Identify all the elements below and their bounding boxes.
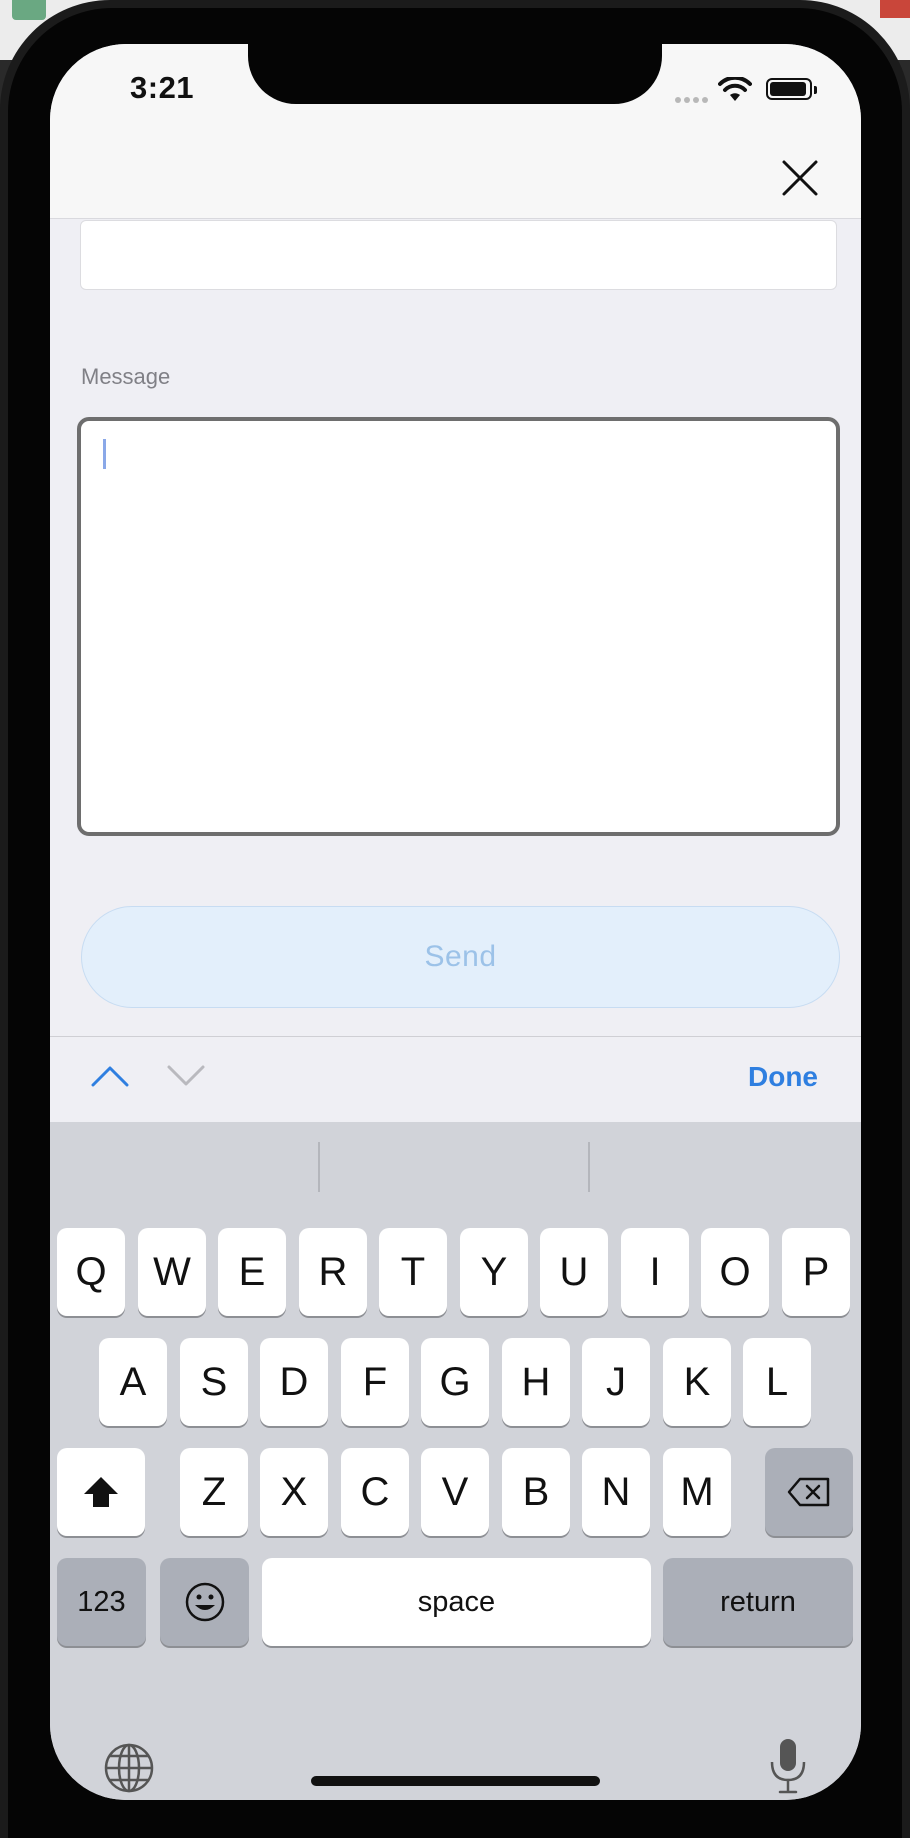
key-t[interactable]: T xyxy=(379,1228,447,1316)
key-u[interactable]: U xyxy=(540,1228,608,1316)
key-n[interactable]: N xyxy=(582,1448,650,1536)
key-i[interactable]: I xyxy=(621,1228,689,1316)
key-b[interactable]: B xyxy=(502,1448,570,1536)
keyboard-accessory-bar: Done xyxy=(50,1036,861,1123)
emoji-key[interactable] xyxy=(160,1558,249,1646)
globe-icon[interactable] xyxy=(103,1742,155,1794)
suggestion-divider xyxy=(588,1142,590,1192)
status-time: 3:21 xyxy=(130,70,195,105)
key-l[interactable]: L xyxy=(743,1338,811,1426)
notch xyxy=(248,44,662,104)
key-j[interactable]: J xyxy=(582,1338,650,1426)
backspace-icon xyxy=(787,1477,830,1507)
key-o[interactable]: O xyxy=(701,1228,769,1316)
suggestion-divider xyxy=(318,1142,320,1192)
battery-tip xyxy=(814,86,817,94)
shift-icon xyxy=(84,1477,118,1507)
key-g[interactable]: G xyxy=(421,1338,489,1426)
message-label: Message xyxy=(81,364,171,389)
done-button[interactable]: Done xyxy=(748,1061,818,1093)
desktop-app-icon xyxy=(880,0,910,18)
key-m[interactable]: M xyxy=(663,1448,731,1536)
key-s[interactable]: S xyxy=(180,1338,248,1426)
key-v[interactable]: V xyxy=(421,1448,489,1536)
key-q[interactable]: Q xyxy=(57,1228,125,1316)
wifi-icon xyxy=(718,77,752,101)
key-p[interactable]: P xyxy=(782,1228,850,1316)
numbers-key[interactable]: 123 xyxy=(57,1558,146,1646)
signal-icon xyxy=(675,90,713,103)
key-x[interactable]: X xyxy=(260,1448,328,1536)
battery-icon xyxy=(766,78,812,100)
text-caret xyxy=(103,439,106,469)
desktop-app-icon xyxy=(12,0,46,20)
backspace-key[interactable] xyxy=(765,1448,853,1536)
key-w[interactable]: W xyxy=(138,1228,206,1316)
key-a[interactable]: A xyxy=(99,1338,167,1426)
key-r[interactable]: R xyxy=(299,1228,367,1316)
phone-screen: 3:21 Message Send Done Q W E R T Y U I O… xyxy=(50,44,861,1800)
emoji-icon xyxy=(185,1582,224,1622)
key-e[interactable]: E xyxy=(218,1228,286,1316)
key-y[interactable]: Y xyxy=(460,1228,528,1316)
close-icon[interactable] xyxy=(778,156,822,200)
key-z[interactable]: Z xyxy=(180,1448,248,1536)
chevron-down-icon[interactable] xyxy=(166,1063,206,1089)
key-c[interactable]: C xyxy=(341,1448,409,1536)
chevron-up-icon[interactable] xyxy=(90,1063,130,1089)
home-indicator xyxy=(311,1776,600,1786)
key-h[interactable]: H xyxy=(502,1338,570,1426)
header-bar: 3:21 xyxy=(50,44,861,219)
key-d[interactable]: D xyxy=(260,1338,328,1426)
send-button[interactable]: Send xyxy=(81,906,840,1008)
keyboard: Q W E R T Y U I O P A S D F G H J K L Z … xyxy=(50,1122,861,1800)
previous-field-input[interactable] xyxy=(80,220,837,290)
shift-key[interactable] xyxy=(57,1448,145,1536)
key-k[interactable]: K xyxy=(663,1338,731,1426)
return-key[interactable]: return xyxy=(663,1558,853,1646)
key-f[interactable]: F xyxy=(341,1338,409,1426)
microphone-icon[interactable] xyxy=(766,1736,810,1796)
space-key[interactable]: space xyxy=(262,1558,651,1646)
message-textarea[interactable] xyxy=(77,417,840,836)
